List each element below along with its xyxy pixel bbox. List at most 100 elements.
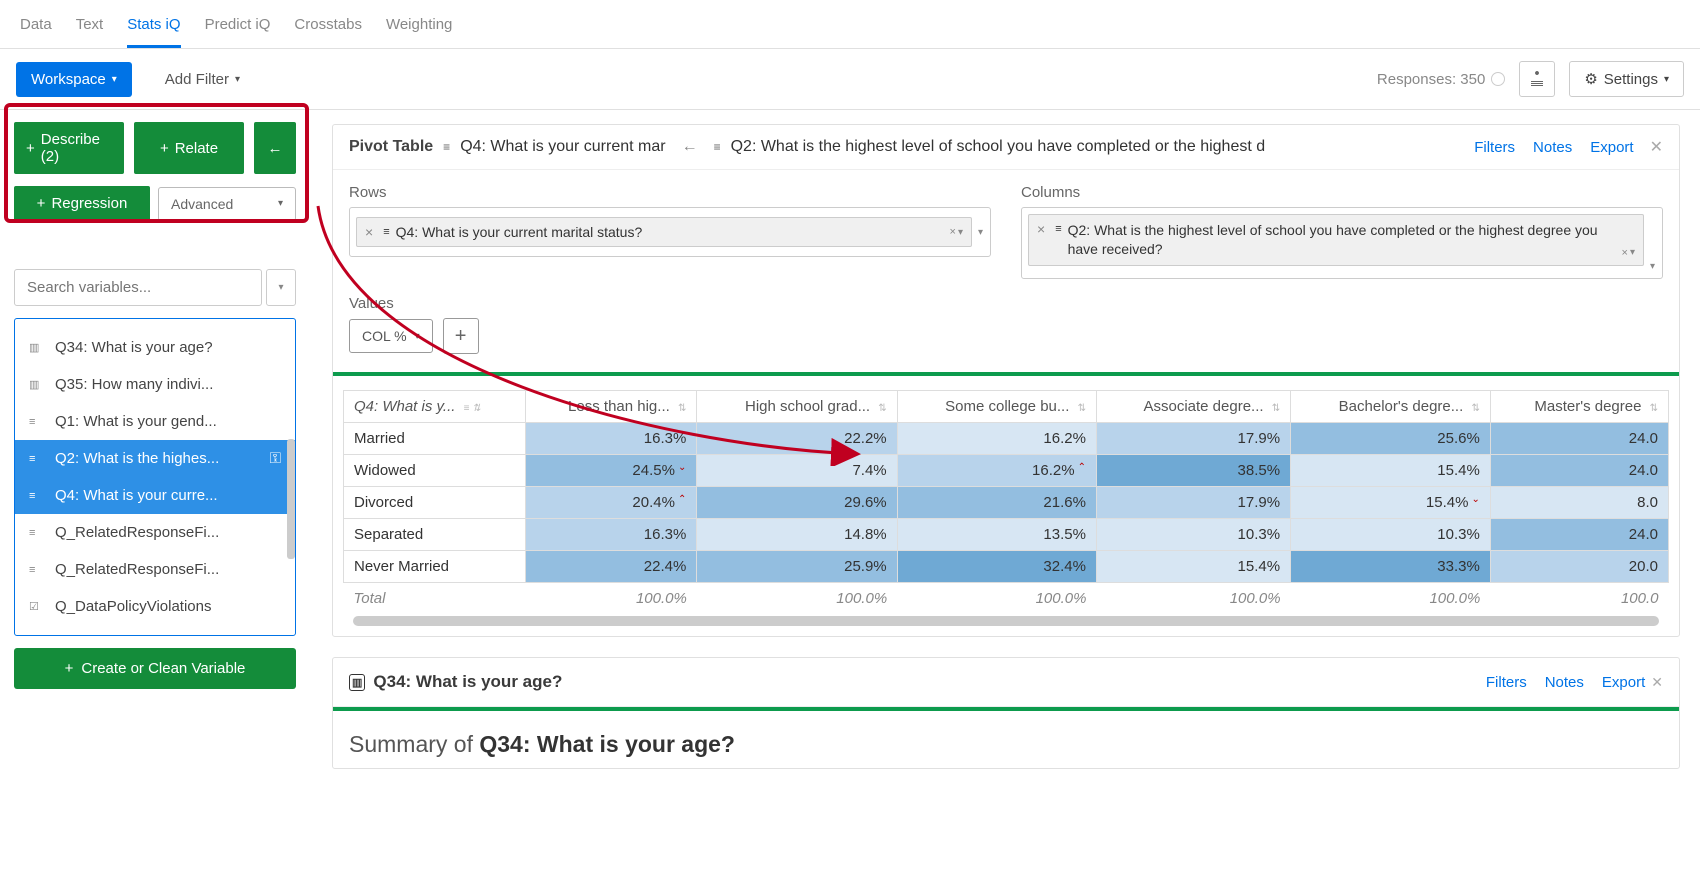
teacher-icon-button[interactable] [1519, 61, 1555, 97]
list-icon: ≡ [29, 416, 45, 428]
filters-link[interactable]: Filters [1474, 139, 1515, 156]
variable-item[interactable]: ☑Q_DataPolicyViolations [15, 588, 295, 625]
rows-chip-container[interactable]: × ≡ Q4: What is your current marital sta… [349, 207, 991, 257]
variable-item-selected[interactable]: ≡Q4: What is your curre... [15, 477, 295, 514]
remove-chip-button[interactable]: × [365, 224, 377, 240]
search-variables-input[interactable] [14, 269, 262, 306]
scrollbar[interactable] [287, 439, 295, 559]
tab-crosstabs[interactable]: Crosstabs [294, 8, 362, 48]
pivot-table-card: Pivot Table ≡ Q4: What is your current m… [332, 124, 1680, 637]
relate-back-button[interactable]: ← [254, 122, 296, 174]
data-cell: 24.5%⌄ [525, 455, 697, 487]
row-var-summary: Q4: What is your current mar [460, 138, 665, 156]
data-cell: 15.4%⌄ [1291, 487, 1491, 519]
chevron-down-icon[interactable]: ▾ [972, 227, 984, 238]
column-header[interactable]: Some college bu... ⇅ [897, 391, 1096, 423]
table-row: Divorced20.4%⌃29.6%21.6%17.9%15.4%⌄8.0 [344, 487, 1669, 519]
row-label: Married [344, 423, 526, 455]
data-cell: 25.6% [1291, 423, 1491, 455]
data-cell: 16.3% [525, 519, 697, 551]
table-row: Married16.3%22.2%16.2%17.9%25.6%24.0 [344, 423, 1669, 455]
pivot-table-label: Pivot Table [349, 138, 433, 156]
describe-button[interactable]: +Describe (2) [14, 122, 124, 174]
export-link[interactable]: Export [1602, 674, 1645, 691]
col-var-summary: Q2: What is the highest level of school … [731, 138, 1465, 156]
column-header[interactable]: High school grad... ⇅ [697, 391, 897, 423]
variable-item[interactable]: ▥Q34: What is your age? [15, 329, 295, 366]
remove-icon[interactable]: × [950, 226, 956, 238]
chevron-down-icon[interactable]: ▾ [1630, 247, 1635, 258]
plus-icon: + [160, 140, 169, 157]
data-cell: 24.0 [1490, 519, 1668, 551]
data-cell: 16.2% [897, 423, 1096, 455]
plus-icon: + [37, 195, 46, 212]
data-cell: 22.2% [697, 423, 897, 455]
chevron-down-icon[interactable]: ▾ [958, 227, 963, 238]
bar-chart-icon: ▥ [29, 378, 45, 391]
data-cell: 22.4% [525, 551, 697, 583]
tab-weighting[interactable]: Weighting [386, 8, 452, 48]
values-metric-dropdown[interactable]: COL %▾ [349, 319, 433, 353]
notes-link[interactable]: Notes [1545, 674, 1584, 691]
data-cell: 7.4% [697, 455, 897, 487]
variable-item[interactable]: ▥Q35: How many indivi... [15, 366, 295, 403]
tab-predict-iq[interactable]: Predict iQ [205, 8, 271, 48]
arrow-left-icon: ← [268, 140, 283, 157]
workspace-dropdown[interactable]: Workspace ▾ [16, 62, 132, 97]
list-icon: ≡ [29, 490, 45, 502]
remove-chip-button[interactable]: × [1037, 221, 1049, 237]
list-icon: ≡ [714, 140, 721, 154]
column-header[interactable]: Less than hig... ⇅ [525, 391, 697, 423]
data-cell: 20.4%⌃ [525, 487, 697, 519]
regression-button[interactable]: +Regression [14, 186, 150, 221]
advanced-dropdown[interactable]: Advanced▾ [158, 187, 296, 221]
column-header[interactable]: Master's degree ⇅ [1490, 391, 1668, 423]
bar-chart-icon: ▥ [29, 341, 45, 354]
settings-label: Settings [1604, 71, 1658, 88]
arrow-left-icon: ← [676, 138, 704, 156]
relate-button[interactable]: +Relate [134, 122, 244, 174]
table-row: Never Married22.4%25.9%32.4%15.4%33.3%20… [344, 551, 1669, 583]
chevron-down-icon[interactable]: ▾ [1644, 261, 1656, 272]
variables-list: ▥Q34: What is your age? ▥Q35: How many i… [14, 318, 296, 636]
tab-text[interactable]: Text [76, 8, 104, 48]
describe-card: ▥ Q34: What is your age? Filters Notes E… [332, 657, 1680, 769]
add-filter-button[interactable]: Add Filter ▾ [150, 62, 255, 97]
settings-button[interactable]: ⚙ Settings ▾ [1569, 61, 1684, 97]
remove-icon[interactable]: × [1622, 247, 1628, 259]
search-filter-dropdown[interactable]: ▾ [266, 269, 296, 306]
variable-item[interactable]: ≡Q_RelatedResponseFi... [15, 551, 295, 588]
chevron-down-icon: ▾ [415, 331, 420, 342]
plus-icon: + [26, 140, 35, 157]
sub-toolbar: Workspace ▾ Add Filter ▾ Responses: 350 … [0, 49, 1700, 110]
plus-icon: + [65, 660, 74, 677]
create-clean-variable-button[interactable]: +Create or Clean Variable [14, 648, 296, 689]
variable-item[interactable]: ≡Q1: What is your gend... [15, 403, 295, 440]
notes-link[interactable]: Notes [1533, 139, 1572, 156]
data-cell: 15.4% [1291, 455, 1491, 487]
data-cell: 24.0 [1490, 423, 1668, 455]
workspace-label: Workspace [31, 71, 106, 88]
rows-label: Rows [349, 184, 991, 201]
column-variable-chip[interactable]: × ≡ Q2: What is the highest level of sch… [1028, 214, 1644, 266]
tab-data[interactable]: Data [20, 8, 52, 48]
info-icon[interactable] [1491, 72, 1505, 86]
column-header[interactable]: Bachelor's degre... ⇅ [1291, 391, 1491, 423]
export-link[interactable]: Export [1590, 139, 1633, 156]
horizontal-scrollbar[interactable] [353, 616, 1659, 626]
variable-item-selected[interactable]: ≡Q2: What is the highes...⚿ [15, 440, 295, 477]
close-card-button[interactable]: ✕ [1650, 137, 1663, 157]
add-value-button[interactable]: + [443, 318, 479, 354]
row-variable-chip[interactable]: × ≡ Q4: What is your current marital sta… [356, 217, 972, 247]
close-card-button[interactable]: ✕ [1651, 674, 1663, 691]
data-cell: 16.2%⌃ [897, 455, 1096, 487]
columns-chip-container[interactable]: × ≡ Q2: What is the highest level of sch… [1021, 207, 1663, 279]
variable-item[interactable]: ≡Q_RelatedResponseFi... [15, 514, 295, 551]
tab-stats-iq[interactable]: Stats iQ [127, 8, 180, 48]
data-cell: 16.3% [525, 423, 697, 455]
column-header[interactable]: Q4: What is y... ≡ ⇅ [344, 391, 526, 423]
filters-link[interactable]: Filters [1486, 674, 1527, 691]
column-header[interactable]: Associate degre... ⇅ [1096, 391, 1290, 423]
table-row: Separated16.3%14.8%13.5%10.3%10.3%24.0 [344, 519, 1669, 551]
pivot-data-table: Q4: What is y... ≡ ⇅Less than hig... ⇅Hi… [343, 390, 1669, 614]
